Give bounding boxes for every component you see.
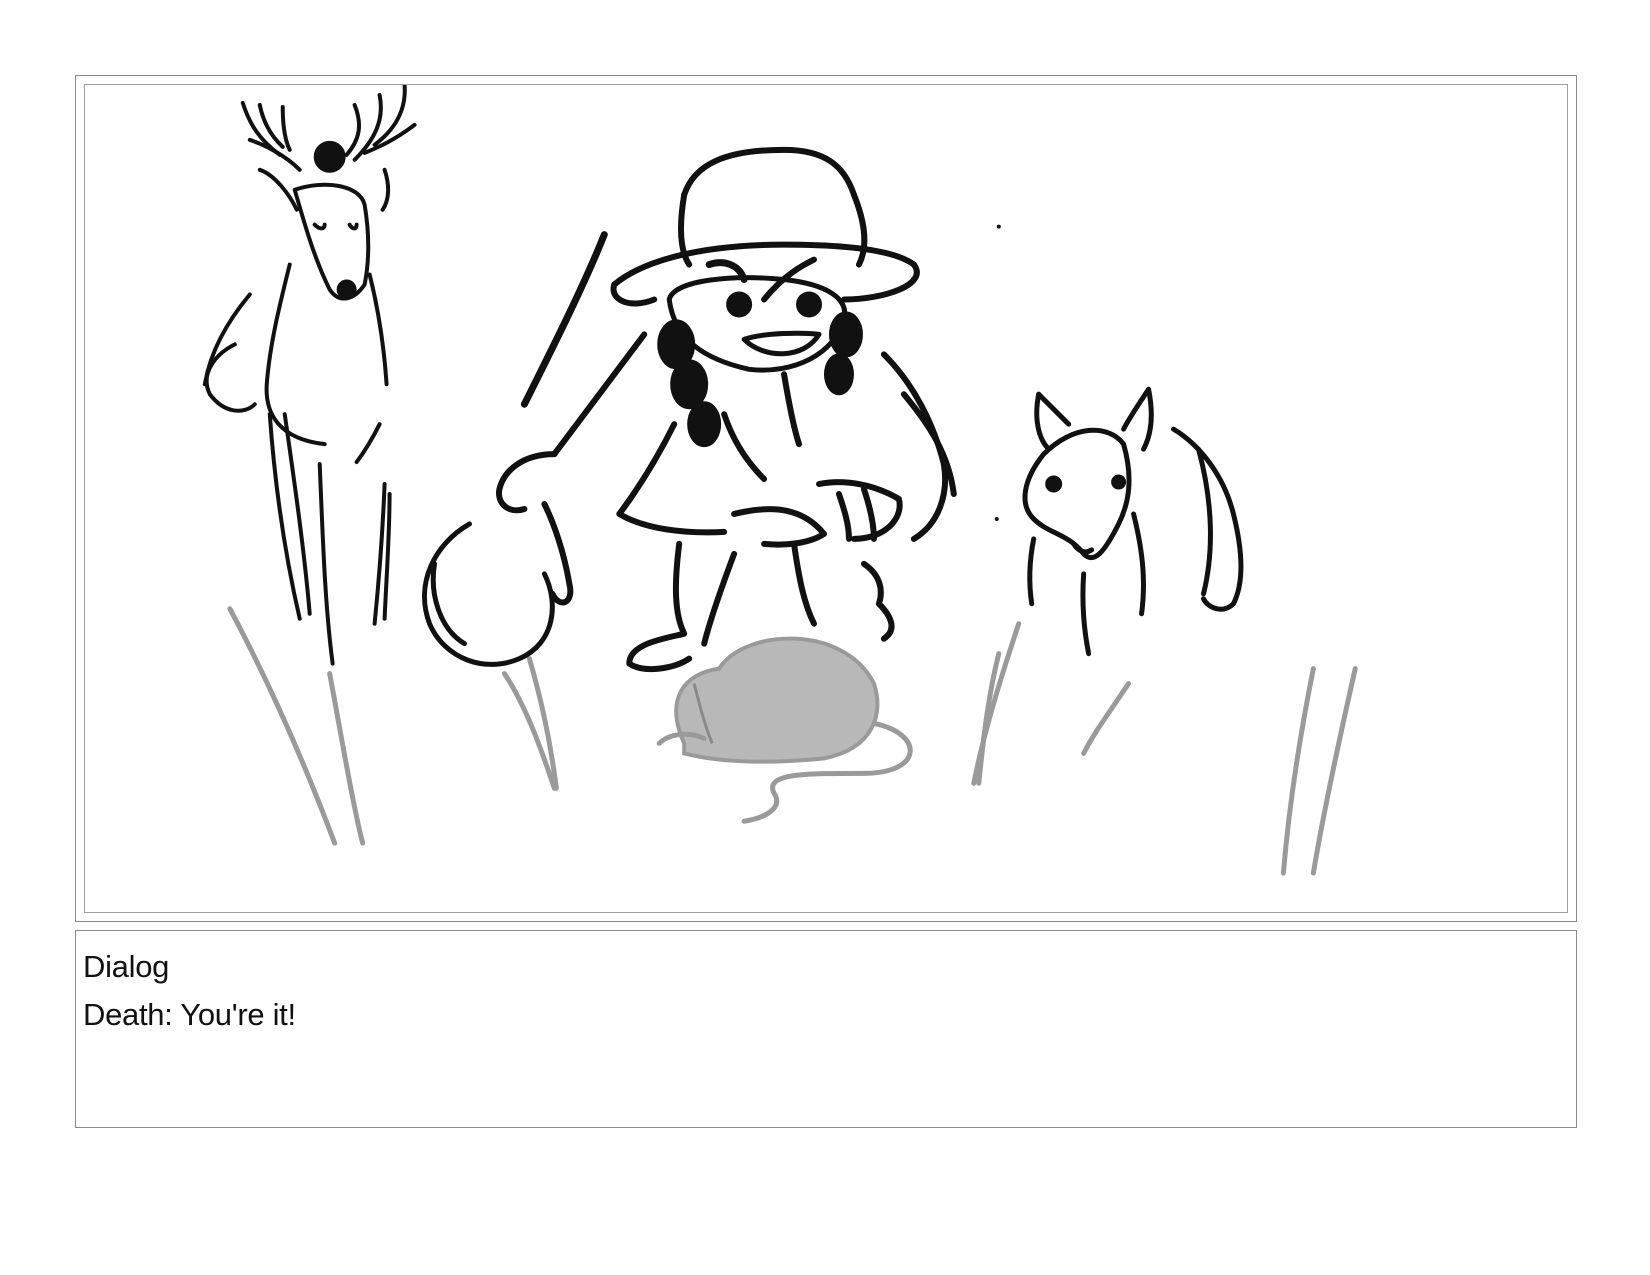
- girl-sketch: [496, 146, 957, 672]
- sketch-dots: [994, 224, 1001, 521]
- storyboard-panel-frame: [75, 75, 1577, 922]
- mouse-sketch: [656, 636, 913, 824]
- ball-sketch: [422, 521, 555, 667]
- sketch-drawing: [202, 85, 1358, 876]
- deer-sketch: [202, 85, 417, 666]
- dialog-heading: Dialog: [83, 949, 170, 984]
- dog-sketch: [1022, 386, 1244, 657]
- dialog-line: Death: You're it!: [83, 997, 296, 1032]
- dialog-box: Dialog Death: You're it!: [75, 930, 1577, 1128]
- storyboard-panel-image: [84, 84, 1568, 913]
